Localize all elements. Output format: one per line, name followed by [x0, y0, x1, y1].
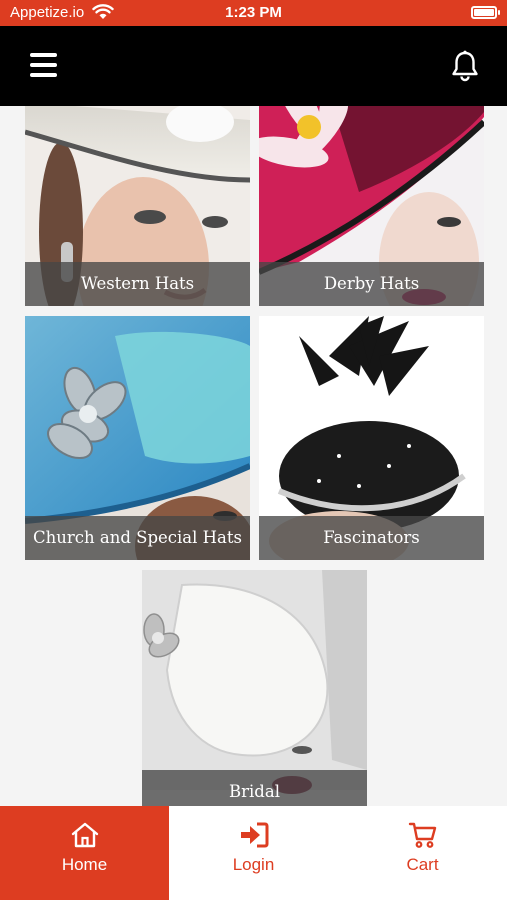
category-tile-bridal[interactable]: Bridal [142, 570, 367, 806]
hamburger-menu-icon[interactable] [30, 53, 57, 77]
tab-label: Home [61, 855, 108, 874]
category-grid: Western Hats Derby Hats Church and Speci… [0, 106, 507, 806]
category-tile-derby-hats[interactable]: Derby Hats [259, 106, 484, 306]
top-nav-bar [0, 26, 507, 106]
battery-icon [471, 6, 500, 19]
sign-in-icon [241, 822, 269, 848]
category-tile-fascinators[interactable]: Fascinators [259, 316, 484, 560]
category-label: Western Hats [25, 262, 250, 306]
status-bar: Appetize.io 1:23 PM [0, 0, 507, 26]
category-label: Church and Special Hats [25, 516, 250, 560]
bottom-tab-bar: Home Login Cart [0, 806, 507, 900]
category-label: Derby Hats [259, 262, 484, 306]
category-tile-western-hats[interactable]: Western Hats [25, 106, 250, 306]
category-label: Fascinators [259, 516, 484, 560]
category-label: Bridal [142, 770, 367, 806]
bell-icon[interactable] [450, 50, 480, 82]
cart-icon [408, 822, 437, 848]
tab-label: Cart [406, 855, 439, 874]
tab-label: Login [232, 855, 275, 874]
category-tile-church-and-special-hats[interactable]: Church and Special Hats [25, 316, 250, 560]
tab-home[interactable]: Home [0, 806, 169, 900]
status-time: 1:23 PM [225, 4, 282, 21]
tab-cart[interactable]: Cart [338, 806, 507, 900]
tab-login[interactable]: Login [169, 806, 338, 900]
home-icon [71, 822, 99, 848]
